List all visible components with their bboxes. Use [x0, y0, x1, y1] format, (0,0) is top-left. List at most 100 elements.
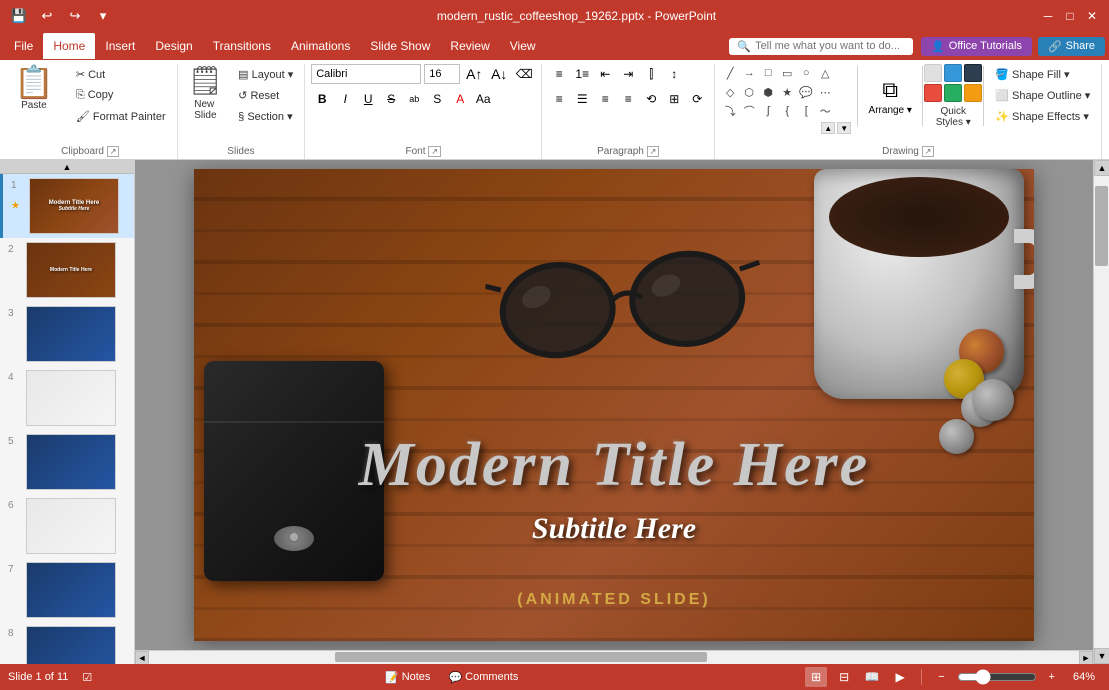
zoom-slider[interactable] — [957, 669, 1037, 685]
accessibility-check-button[interactable]: ☑ — [76, 669, 98, 686]
reading-view-button[interactable]: 📖 — [861, 667, 883, 687]
slideshow-view-button[interactable]: ▶ — [889, 667, 911, 687]
menu-review[interactable]: Review — [440, 33, 499, 59]
shape-triangle[interactable]: △ — [816, 64, 834, 82]
vertical-scrollbar[interactable]: ▲ ▼ — [1093, 160, 1109, 664]
minimize-button[interactable]: ─ — [1039, 7, 1057, 25]
normal-view-button[interactable]: ⊞ — [805, 667, 827, 687]
justify-button[interactable]: ≡ — [617, 89, 639, 109]
shape-bracket[interactable]: [ — [797, 102, 815, 120]
shape-wave[interactable]: 〜 — [816, 102, 834, 120]
section-button[interactable]: § Section ▾ — [233, 106, 298, 126]
menu-insert[interactable]: Insert — [95, 33, 145, 59]
quick-style-1[interactable] — [924, 64, 942, 82]
save-button[interactable]: 💾 — [8, 5, 30, 27]
shape-pentagon[interactable]: ⬡ — [740, 83, 758, 101]
font-color-button[interactable]: A — [449, 89, 471, 109]
line-spacing-button[interactable]: ↕ — [663, 64, 685, 84]
shape-oval[interactable]: ○ — [797, 64, 815, 82]
shape-callout[interactable]: 💬 — [797, 83, 815, 101]
slide-thumb-3[interactable]: 3 — [0, 302, 134, 366]
align-left-button[interactable]: ≡ — [548, 89, 570, 109]
shapes-scroll-down[interactable]: ▼ — [837, 122, 851, 134]
quick-style-5[interactable] — [944, 84, 962, 102]
clipboard-expand[interactable]: ↗ — [107, 146, 120, 157]
numbered-button[interactable]: 1≡ — [571, 64, 593, 84]
help-search-input[interactable] — [755, 40, 905, 52]
zoom-in-button[interactable]: + — [1043, 669, 1061, 685]
reset-button[interactable]: ↺ Reset — [233, 85, 298, 105]
menu-slideshow[interactable]: Slide Show — [360, 33, 440, 59]
bold-button[interactable]: B — [311, 89, 333, 109]
quick-style-4[interactable] — [924, 84, 942, 102]
h-scroll-thumb[interactable] — [335, 652, 707, 662]
copy-button[interactable]: ⎘ Copy — [71, 85, 171, 105]
scroll-down-arrow[interactable]: ▼ — [1094, 648, 1109, 664]
align-center-button[interactable]: ☰ — [571, 89, 593, 109]
notes-button[interactable]: 📝 Notes — [379, 669, 436, 686]
menu-design[interactable]: Design — [145, 33, 202, 59]
shape-connector[interactable]: ⤵ — [721, 102, 739, 120]
slide-thumb-6[interactable]: 6 — [0, 494, 134, 558]
font-expand[interactable]: ↗ — [428, 146, 441, 157]
redo-button[interactable]: ↪ — [64, 5, 86, 27]
menu-view[interactable]: View — [500, 33, 546, 59]
slide-thumb-4[interactable]: 4 — [0, 366, 134, 430]
slide-thumb-2[interactable]: 2 Modern Title Here — [0, 238, 134, 302]
columns-button[interactable]: ⫿ — [640, 64, 662, 84]
font-size-increase[interactable]: A↑ — [463, 64, 485, 84]
shape-line[interactable]: ╱ — [721, 64, 739, 82]
strikethrough-button[interactable]: S — [380, 89, 402, 109]
font-size-input[interactable] — [424, 64, 460, 84]
comments-button[interactable]: 💬 Comments — [442, 669, 524, 686]
shape-hex[interactable]: ⬢ — [759, 83, 777, 101]
slide-sorter-button[interactable]: ⊟ — [833, 667, 855, 687]
convert-smartart-button[interactable]: ⟳ — [686, 89, 708, 109]
shape-star[interactable]: ★ — [778, 83, 796, 101]
arrange-button[interactable]: ⧉ Arrange ▾ — [864, 64, 916, 128]
quick-style-3[interactable] — [964, 64, 982, 82]
shape-fill-button[interactable]: 🪣 Shape Fill ▾ — [990, 64, 1095, 84]
layout-button[interactable]: ▤ Layout ▾ — [233, 64, 298, 84]
slide-thumb-5[interactable]: 5 — [0, 430, 134, 494]
restore-button[interactable]: □ — [1061, 7, 1079, 25]
horizontal-scrollbar[interactable]: ◄ ► — [135, 650, 1093, 664]
close-button[interactable]: ✕ — [1083, 7, 1101, 25]
share-button[interactable]: 🔗 Share — [1038, 37, 1105, 56]
scroll-up-arrow[interactable]: ▲ — [1094, 160, 1109, 176]
office-tutorials-button[interactable]: 👤 Office Tutorials — [921, 37, 1032, 56]
text-direction-button[interactable]: ⟲ — [640, 89, 662, 109]
h-scroll-track[interactable] — [149, 651, 1079, 665]
shape-curved[interactable]: ⌒ — [740, 102, 758, 120]
slide-thumb-1[interactable]: 1 Modern Title HereSubtitle Here ★ — [0, 174, 134, 238]
underline-button[interactable]: U — [357, 89, 379, 109]
subscript-button[interactable]: ab — [403, 89, 425, 109]
zoom-out-button[interactable]: − — [932, 669, 950, 685]
menu-transitions[interactable]: Transitions — [203, 33, 281, 59]
align-right-button[interactable]: ≡ — [594, 89, 616, 109]
shape-brace[interactable]: { — [778, 102, 796, 120]
format-painter-button[interactable]: 🖌 Format Painter — [71, 106, 171, 126]
font-size-decrease[interactable]: A↓ — [488, 64, 510, 84]
zoom-level-text[interactable]: 64% — [1067, 669, 1101, 685]
customize-qat-button[interactable]: ▾ — [92, 5, 114, 27]
v-scroll-thumb[interactable] — [1095, 186, 1108, 266]
v-scroll-track[interactable] — [1094, 176, 1109, 648]
undo-button[interactable]: ↩ — [36, 5, 58, 27]
menu-animations[interactable]: Animations — [281, 33, 360, 59]
character-spacing-button[interactable]: Aa — [472, 89, 494, 109]
align-text-button[interactable]: ⊞ — [663, 89, 685, 109]
scroll-left-arrow[interactable]: ◄ — [135, 651, 149, 665]
shape-arrow[interactable]: → — [740, 64, 758, 82]
font-shadow-button[interactable]: S — [426, 89, 448, 109]
shape-outline-button[interactable]: ⬜ Shape Outline ▾ — [990, 85, 1095, 105]
scroll-right-arrow[interactable]: ► — [1079, 651, 1093, 665]
menu-file[interactable]: File — [4, 33, 43, 59]
canvas-scroll[interactable]: Modern Title Here Subtitle Here (ANIMATE… — [135, 160, 1093, 650]
quick-style-6[interactable] — [964, 84, 982, 102]
quick-style-2[interactable] — [944, 64, 962, 82]
decrease-indent-button[interactable]: ⇤ — [594, 64, 616, 84]
slide-thumb-8[interactable]: 8 — [0, 622, 134, 664]
bullets-button[interactable]: ≡ — [548, 64, 570, 84]
shape-diamond[interactable]: ◇ — [721, 83, 739, 101]
